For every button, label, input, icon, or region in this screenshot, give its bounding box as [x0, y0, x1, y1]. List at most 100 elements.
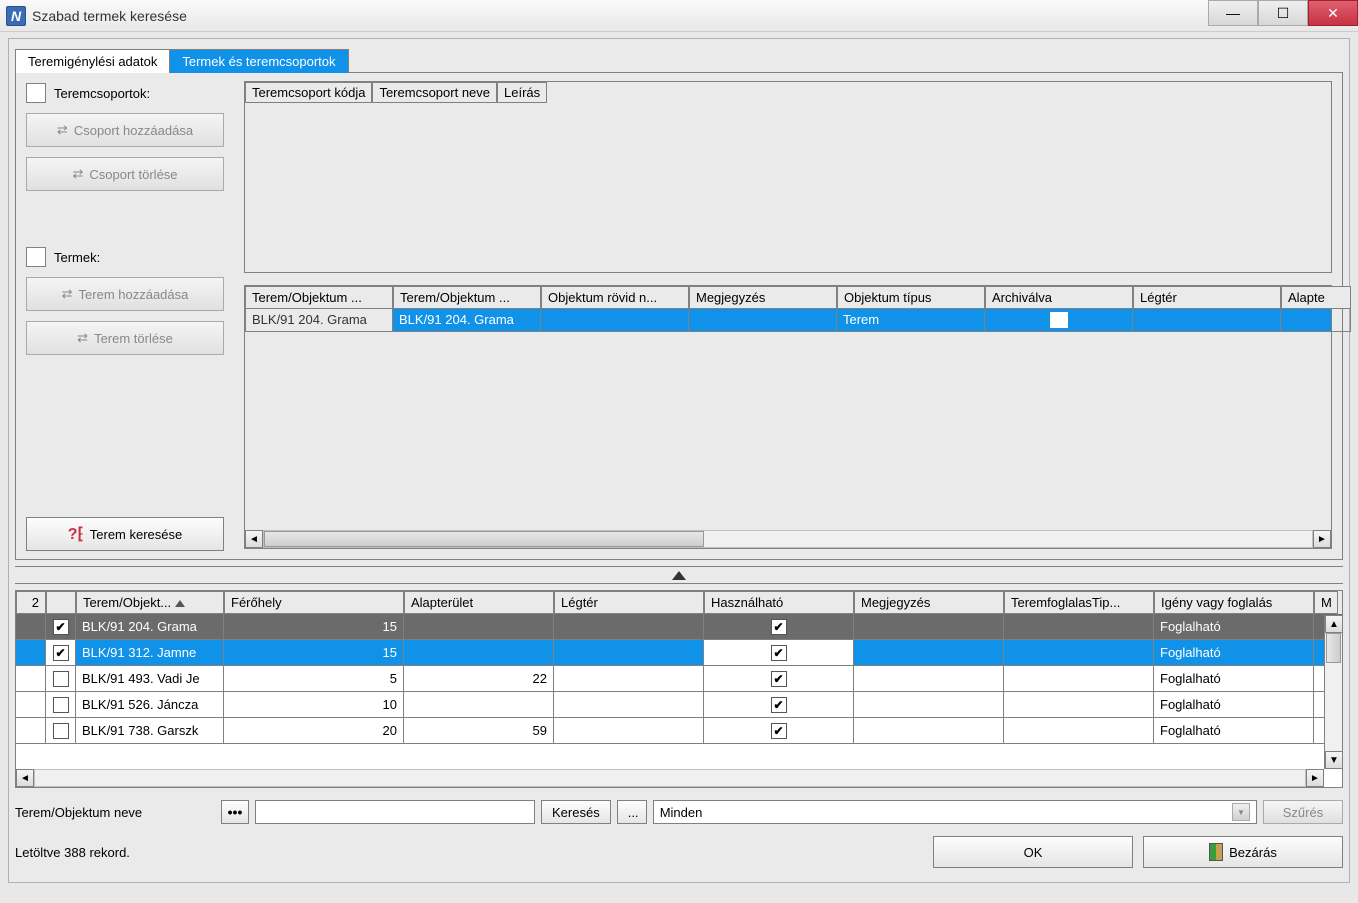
rooms-label: Termek:: [54, 250, 100, 265]
more-button[interactable]: ...: [617, 800, 647, 824]
scroll-left-icon[interactable]: ◄: [245, 530, 263, 548]
scroll-left-icon[interactable]: ◄: [16, 769, 34, 787]
col-area[interactable]: Alapterület: [404, 591, 554, 614]
usable-checkbox[interactable]: ✔: [771, 619, 787, 635]
col-group-desc[interactable]: Leírás: [497, 82, 547, 103]
tab-rooms-groups[interactable]: Termek és teremcsoportok: [169, 49, 348, 73]
row-checkbox[interactable]: ✔: [53, 645, 69, 661]
title-bar: N Szabad termek keresése — ☐ ✕: [0, 0, 1358, 32]
rooms-table: Terem/Objektum ... Terem/Objektum ... Ob…: [244, 285, 1332, 549]
groups-label: Teremcsoportok:: [54, 86, 150, 101]
rooms-checkbox-row: Termek:: [26, 247, 236, 267]
window-controls: — ☐ ✕: [1208, 0, 1358, 26]
minimize-button[interactable]: —: [1208, 0, 1258, 26]
collapse-up-icon: [672, 571, 686, 580]
col-group-name[interactable]: Teremcsoport neve: [372, 82, 497, 103]
mask-button[interactable]: •••: [221, 800, 249, 824]
col-check[interactable]: [46, 591, 76, 614]
scroll-thumb[interactable]: [1326, 633, 1341, 663]
search-room-button[interactable]: ?⁅ Terem keresése: [26, 517, 224, 551]
usable-checkbox[interactable]: ✔: [771, 671, 787, 687]
tab-request-data[interactable]: Teremigénylési adatok: [15, 49, 170, 73]
table-row[interactable]: ✔BLK/91 312. Jamne15✔Foglalható: [16, 640, 1342, 666]
results-body: ✔BLK/91 204. Grama15✔Foglalható✔BLK/91 3…: [16, 614, 1342, 744]
sort-asc-icon: [175, 600, 185, 607]
add-icon: ⇄: [62, 286, 73, 302]
col-req-booking[interactable]: Igény vagy foglalás: [1154, 591, 1314, 614]
close-button[interactable]: ✕: [1308, 0, 1358, 26]
col-airspace[interactable]: Légtér: [1133, 286, 1281, 309]
col-name[interactable]: Terem/Objekt...: [76, 591, 224, 614]
delete-room-button: ⇄ Terem törlése: [26, 321, 224, 355]
rooms-hscroll[interactable]: ◄ ►: [245, 530, 1331, 548]
row-checkbox[interactable]: [53, 671, 69, 687]
col-area[interactable]: Alapte: [1281, 286, 1351, 309]
scroll-down-icon[interactable]: ▼: [1325, 751, 1343, 769]
side-panel: Teremcsoportok: ⇄ Csoport hozzáadása ⇄ C…: [26, 83, 236, 365]
maximize-button[interactable]: ☐: [1258, 0, 1308, 26]
table-row[interactable]: BLK/91 526. Jáncza10✔Foglalható: [16, 692, 1342, 718]
table-row[interactable]: ✔BLK/91 204. Grama15✔Foglalható: [16, 614, 1342, 640]
row-checkbox[interactable]: ✔: [53, 619, 69, 635]
add-room-button: ⇄ Terem hozzáadása: [26, 277, 224, 311]
groups-checkbox-row: Teremcsoportok:: [26, 83, 236, 103]
ok-button[interactable]: OK: [933, 836, 1133, 868]
col-capacity[interactable]: Férőhely: [224, 591, 404, 614]
del-icon: ⇄: [77, 330, 88, 346]
app-window: N Szabad termek keresése — ☐ ✕ Teremigén…: [0, 0, 1358, 903]
col-note[interactable]: Megjegyzés: [854, 591, 1004, 614]
col-booking-type[interactable]: TeremfoglalasTip...: [1004, 591, 1154, 614]
groups-table: Teremcsoport kódja Teremcsoport neve Leí…: [244, 81, 1332, 273]
main-area: Teremigénylési adatok Termek és teremcso…: [8, 38, 1350, 883]
results-vscroll[interactable]: ▲ ▼: [1324, 615, 1342, 769]
scroll-track[interactable]: [34, 769, 1306, 787]
add-icon: ⇄: [57, 122, 68, 138]
groups-checkbox[interactable]: [26, 83, 46, 103]
scroll-right-icon[interactable]: ►: [1313, 530, 1331, 548]
combo-value: Minden: [660, 805, 703, 820]
row-checkbox[interactable]: [53, 723, 69, 739]
app-icon: N: [6, 6, 26, 26]
close-dialog-button[interactable]: Bezárás: [1143, 836, 1343, 868]
usable-checkbox[interactable]: ✔: [771, 697, 787, 713]
results-hscroll[interactable]: ◄ ►: [16, 769, 1324, 787]
scroll-thumb[interactable]: [264, 531, 704, 547]
filter-button: Szűrés: [1263, 800, 1343, 824]
col-obj-short[interactable]: Objektum rövid n...: [541, 286, 689, 309]
delete-group-button: ⇄ Csoport törlése: [26, 157, 224, 191]
col-group-code[interactable]: Teremcsoport kódja: [245, 82, 372, 103]
status-text: Letöltve 388 rekord.: [15, 845, 130, 860]
col-note[interactable]: Megjegyzés: [689, 286, 837, 309]
panel-splitter[interactable]: [15, 566, 1343, 584]
scroll-up-icon[interactable]: ▲: [1325, 615, 1343, 633]
col-obj-type[interactable]: Objektum típus: [837, 286, 985, 309]
col-count[interactable]: 2: [16, 591, 46, 614]
col-airspace[interactable]: Légtér: [554, 591, 704, 614]
scroll-right-icon[interactable]: ►: [1306, 769, 1324, 787]
footer-buttons: OK Bezárás: [933, 836, 1343, 868]
usable-checkbox[interactable]: ✔: [771, 645, 787, 661]
room-row[interactable]: BLK/91 204. Grama BLK/91 204. Grama Tere…: [245, 309, 1331, 332]
usable-checkbox[interactable]: ✔: [771, 723, 787, 739]
dropdown-icon: ▼: [1232, 803, 1250, 821]
door-icon: [1209, 843, 1223, 861]
search-field-label: Terem/Objektum neve: [15, 805, 215, 820]
rooms-table-header: Terem/Objektum ... Terem/Objektum ... Ob…: [245, 286, 1331, 309]
rooms-checkbox[interactable]: [26, 247, 46, 267]
tabs: Teremigénylési adatok Termek és teremcso…: [15, 49, 1349, 73]
search-input[interactable]: [255, 800, 535, 824]
col-archived[interactable]: Archiválva: [985, 286, 1133, 309]
table-row[interactable]: BLK/91 493. Vadi Je522✔Foglalható: [16, 666, 1342, 692]
col-room-obj1[interactable]: Terem/Objektum ...: [245, 286, 393, 309]
col-m[interactable]: M: [1314, 591, 1338, 614]
archived-box: [1050, 312, 1068, 328]
row-checkbox[interactable]: [53, 697, 69, 713]
col-usable[interactable]: Használható: [704, 591, 854, 614]
search-button[interactable]: Keresés: [541, 800, 611, 824]
scroll-track[interactable]: [263, 530, 1313, 548]
table-row[interactable]: BLK/91 738. Garszk2059✔Foglalható: [16, 718, 1342, 744]
col-room-obj2[interactable]: Terem/Objektum ...: [393, 286, 541, 309]
filter-combo[interactable]: Minden ▼: [653, 800, 1257, 824]
footer-row: Letöltve 388 rekord. OK Bezárás: [15, 836, 1343, 868]
add-group-button: ⇄ Csoport hozzáadása: [26, 113, 224, 147]
